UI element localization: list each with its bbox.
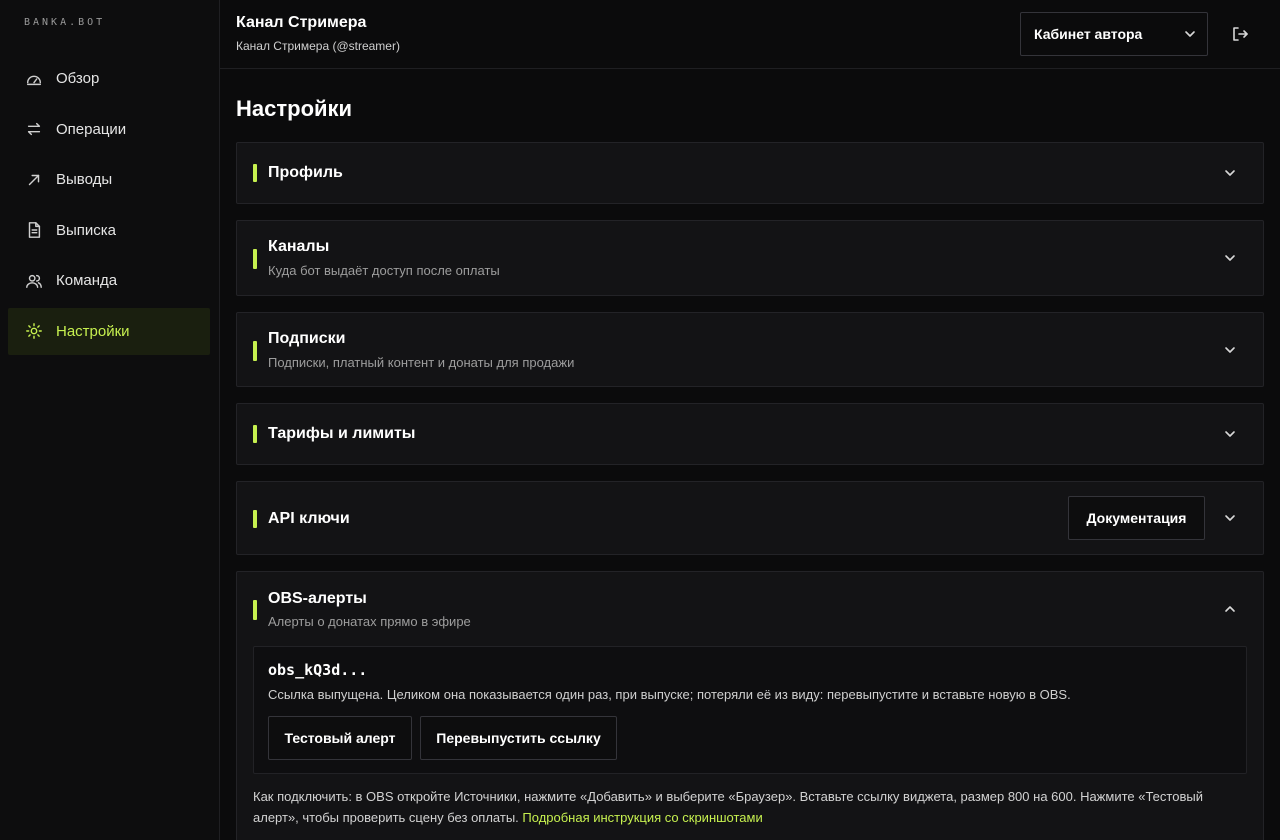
section-profile[interactable]: Профиль [236,142,1264,204]
section-title: OBS-алерты [268,590,367,607]
section-tariffs[interactable]: Тарифы и лимиты [236,403,1264,465]
section-accent-bar [253,600,257,620]
section-subtitle: Куда бот выдаёт доступ после оплаты [268,263,500,278]
section-title: Тарифы и лимиты [268,425,416,442]
obs-link-card: obs_kQ3d... Ссылка выпущена. Целиком она… [253,646,1247,774]
sidebar-item-operations[interactable]: Операции [8,106,210,153]
channel-subtitle: Канал Стримера (@streamer) [236,39,400,53]
section-title: API ключи [268,510,350,527]
chevron-down-icon [1183,27,1197,44]
section-api-keys[interactable]: API ключи Документация [236,481,1264,555]
main-content: Канал Стримера Канал Стримера (@streamer… [220,0,1280,840]
sidebar: BANKA.BOT Обзор Операции Выводы Выписка … [0,0,220,840]
sidebar-item-settings[interactable]: Настройки [8,307,210,355]
cabinet-select-value: Кабинет автора [1034,26,1143,42]
sidebar-nav: Обзор Операции Выводы Выписка Команда На… [8,55,210,358]
chevron-down-icon[interactable] [1223,343,1237,357]
documentation-button[interactable]: Документация [1068,496,1205,540]
section-accent-bar [253,341,257,361]
section-subscriptions[interactable]: Подписки Подписки, платный контент и дон… [236,312,1264,387]
document-icon [24,220,44,240]
sidebar-item-label: Выводы [56,171,113,188]
channel-title: Канал Стримера [236,14,367,31]
sidebar-item-overview[interactable]: Обзор [8,55,210,102]
obs-howto-link[interactable]: Подробная инструкция со скриншотами [522,810,762,825]
sidebar-item-team[interactable]: Команда [8,257,210,304]
logout-icon[interactable] [1230,24,1250,44]
section-obs-alerts: OBS-алерты Алерты о донатах прямо в эфир… [236,571,1264,840]
arrows-swap-icon [24,119,44,139]
arrow-up-right-icon [24,170,44,190]
obs-howto: Как подключить: в OBS откройте Источники… [253,786,1243,828]
sidebar-item-statement[interactable]: Выписка [8,207,210,254]
section-accent-bar [253,164,257,182]
section-accent-bar [253,425,257,443]
obs-token-note: Ссылка выпущена. Целиком она показываетс… [268,687,1071,702]
sidebar-item-label: Выписка [56,221,117,239]
section-accent-bar [253,249,257,269]
sidebar-item-label: Команда [56,272,118,289]
chevron-down-icon[interactable] [1223,166,1237,180]
page-title: Настройки [236,96,353,121]
section-subtitle: Подписки, платный контент и донаты для п… [268,355,575,370]
sidebar-item-withdrawals[interactable]: Выводы [8,156,210,203]
chevron-up-icon[interactable] [1223,602,1237,616]
topbar: Канал Стримера Канал Стримера (@streamer… [220,0,1280,69]
sidebar-item-label: Обзор [56,70,100,87]
users-icon [24,271,44,291]
section-channels[interactable]: Каналы Куда бот выдаёт доступ после опла… [236,220,1264,296]
section-title: Каналы [268,238,330,255]
test-alert-button[interactable]: Тестовый алерт [268,716,412,760]
sun-gear-icon [24,321,44,341]
sidebar-item-label: Настройки [56,322,130,340]
section-accent-bar [253,510,257,528]
brand-logo: BANKA.BOT [24,17,106,28]
section-subtitle: Алерты о донатах прямо в эфире [268,614,471,629]
obs-token: obs_kQ3d... [268,661,368,679]
chevron-down-icon[interactable] [1223,251,1237,265]
cabinet-select[interactable]: Кабинет автора [1020,12,1208,56]
section-title: Профиль [268,164,343,181]
section-title: Подписки [268,330,346,347]
gauge-icon [24,69,44,89]
chevron-down-icon[interactable] [1223,511,1237,525]
chevron-down-icon[interactable] [1223,427,1237,441]
sidebar-item-label: Операции [56,120,127,138]
reissue-link-button[interactable]: Перевыпустить ссылку [420,716,617,760]
